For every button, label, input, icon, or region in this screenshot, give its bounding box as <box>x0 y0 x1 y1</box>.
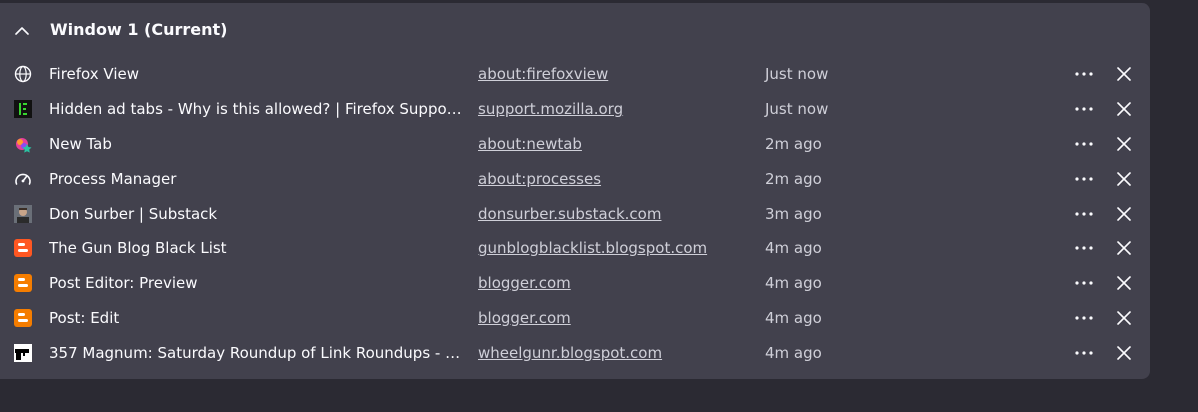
tab-row[interactable]: Post Editor: Preview blogger.com 4m ago <box>0 265 1150 300</box>
more-options-icon[interactable] <box>1072 63 1096 85</box>
blogger-icon <box>14 274 32 292</box>
tab-row[interactable]: New Tab about:newtab 2m ago <box>0 126 1150 161</box>
more-options-icon[interactable] <box>1072 203 1096 225</box>
tab-row[interactable]: Firefox View about:firefoxview Just now <box>0 56 1150 91</box>
tab-time: 3m ago <box>765 205 822 223</box>
tab-time: 4m ago <box>765 344 822 362</box>
tab-url[interactable]: gunblogblacklist.blogspot.com <box>478 239 707 257</box>
close-tab-icon[interactable] <box>1112 307 1136 329</box>
collapse-chevron-up-icon[interactable] <box>12 21 32 41</box>
tab-title[interactable]: Post Editor: Preview <box>49 274 464 292</box>
avatar-favicon-icon <box>14 205 32 223</box>
tab-time: Just now <box>765 100 829 118</box>
tab-title[interactable]: Firefox View <box>49 65 464 83</box>
tab-url[interactable]: support.mozilla.org <box>478 100 623 118</box>
close-tab-icon[interactable] <box>1112 168 1136 190</box>
tab-url[interactable]: donsurber.substack.com <box>478 205 661 223</box>
tab-url[interactable]: wheelgunr.blogspot.com <box>478 344 662 362</box>
tab-url[interactable]: about:firefoxview <box>478 65 608 83</box>
blogger-icon <box>14 309 32 327</box>
more-options-icon[interactable] <box>1072 168 1096 190</box>
blogger-icon <box>14 239 32 257</box>
close-tab-icon[interactable] <box>1112 237 1136 259</box>
tab-row[interactable]: Process Manager about:processes 2m ago <box>0 161 1150 196</box>
gun-favicon-icon <box>14 344 32 362</box>
more-options-icon[interactable] <box>1072 307 1096 329</box>
tab-time: 4m ago <box>765 239 822 257</box>
close-tab-icon[interactable] <box>1112 133 1136 155</box>
tab-row[interactable]: Don Surber | Substack donsurber.substack… <box>0 196 1150 231</box>
more-options-icon[interactable] <box>1072 237 1096 259</box>
tab-time: 4m ago <box>765 309 822 327</box>
globe-icon <box>14 65 32 83</box>
tab-url[interactable]: blogger.com <box>478 274 571 292</box>
tab-time: 2m ago <box>765 135 822 153</box>
firefox-newtab-icon <box>14 135 32 153</box>
window-title: Window 1 (Current) <box>50 20 228 39</box>
window-header: Window 1 (Current) <box>0 3 1150 55</box>
tab-row[interactable]: Post: Edit blogger.com 4m ago <box>0 300 1150 335</box>
tab-time: 4m ago <box>765 274 822 292</box>
tab-title[interactable]: Don Surber | Substack <box>49 205 464 223</box>
close-tab-icon[interactable] <box>1112 63 1136 85</box>
tab-title[interactable]: 357 Magnum: Saturday Roundup of Link Rou… <box>49 344 464 362</box>
tab-time: 2m ago <box>765 170 822 188</box>
tab-row[interactable]: 357 Magnum: Saturday Roundup of Link Rou… <box>0 335 1150 370</box>
tab-url[interactable]: about:newtab <box>478 135 582 153</box>
window-card: Window 1 (Current) Firefox View about:fi… <box>0 3 1150 379</box>
close-tab-icon[interactable] <box>1112 342 1136 364</box>
tab-title[interactable]: New Tab <box>49 135 464 153</box>
tab-row[interactable]: The Gun Blog Black List gunblogblacklist… <box>0 230 1150 265</box>
tab-title[interactable]: Post: Edit <box>49 309 464 327</box>
close-tab-icon[interactable] <box>1112 272 1136 294</box>
gauge-icon <box>14 170 32 188</box>
more-options-icon[interactable] <box>1072 133 1096 155</box>
tab-title[interactable]: The Gun Blog Black List <box>49 239 464 257</box>
tab-row[interactable]: Hidden ad tabs - Why is this allowed? | … <box>0 91 1150 126</box>
tab-url[interactable]: blogger.com <box>478 309 571 327</box>
close-tab-icon[interactable] <box>1112 98 1136 120</box>
more-options-icon[interactable] <box>1072 272 1096 294</box>
tab-title[interactable]: Hidden ad tabs - Why is this allowed? | … <box>49 100 464 118</box>
tab-title[interactable]: Process Manager <box>49 170 464 188</box>
more-options-icon[interactable] <box>1072 98 1096 120</box>
terminal-favicon-icon <box>14 100 32 118</box>
more-options-icon[interactable] <box>1072 342 1096 364</box>
tab-time: Just now <box>765 65 829 83</box>
tab-url[interactable]: about:processes <box>478 170 601 188</box>
close-tab-icon[interactable] <box>1112 203 1136 225</box>
